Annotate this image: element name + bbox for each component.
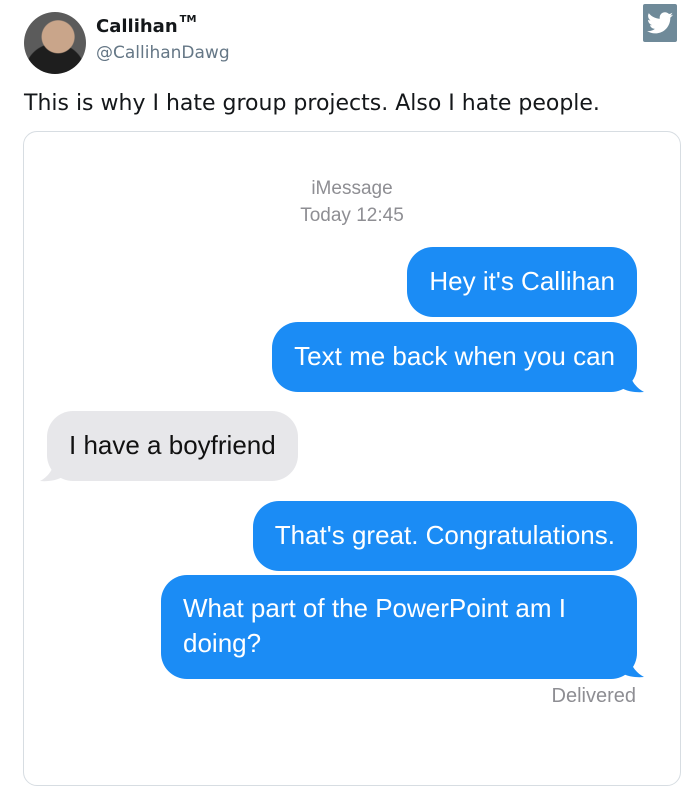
twitter-bird-icon[interactable]: [643, 4, 677, 42]
display-name[interactable]: Callihan TM: [96, 14, 197, 37]
message-bubble-outgoing: Text me back when you can: [272, 322, 637, 392]
message-bubble-outgoing: What part of the PowerPoint am I doing?: [161, 575, 637, 679]
tweet-text: This is why I hate group projects. Also …: [24, 91, 600, 116]
display-name-text: Callihan: [96, 16, 178, 37]
user-handle[interactable]: @CallihanDawg: [96, 43, 230, 63]
service-label: iMessage: [311, 178, 393, 199]
message-bubble-outgoing: That's great. Congratulations.: [252, 501, 637, 571]
avatar[interactable]: [24, 12, 86, 74]
timestamp: Today 12:45: [300, 205, 404, 226]
bubble-tail-outgoing: [616, 653, 644, 678]
bubble-tail-outgoing: [616, 368, 644, 393]
media-card[interactable]: iMessage Today 12:45 Hey it's Callihan T…: [23, 131, 681, 786]
message-bubble-outgoing: Hey it's Callihan: [407, 247, 637, 317]
message-bubble-incoming: I have a boyfriend: [47, 411, 298, 481]
delivery-status: Delivered: [551, 685, 636, 707]
trademark-mark: TM: [179, 14, 197, 25]
bubble-tail-incoming: [40, 457, 68, 482]
